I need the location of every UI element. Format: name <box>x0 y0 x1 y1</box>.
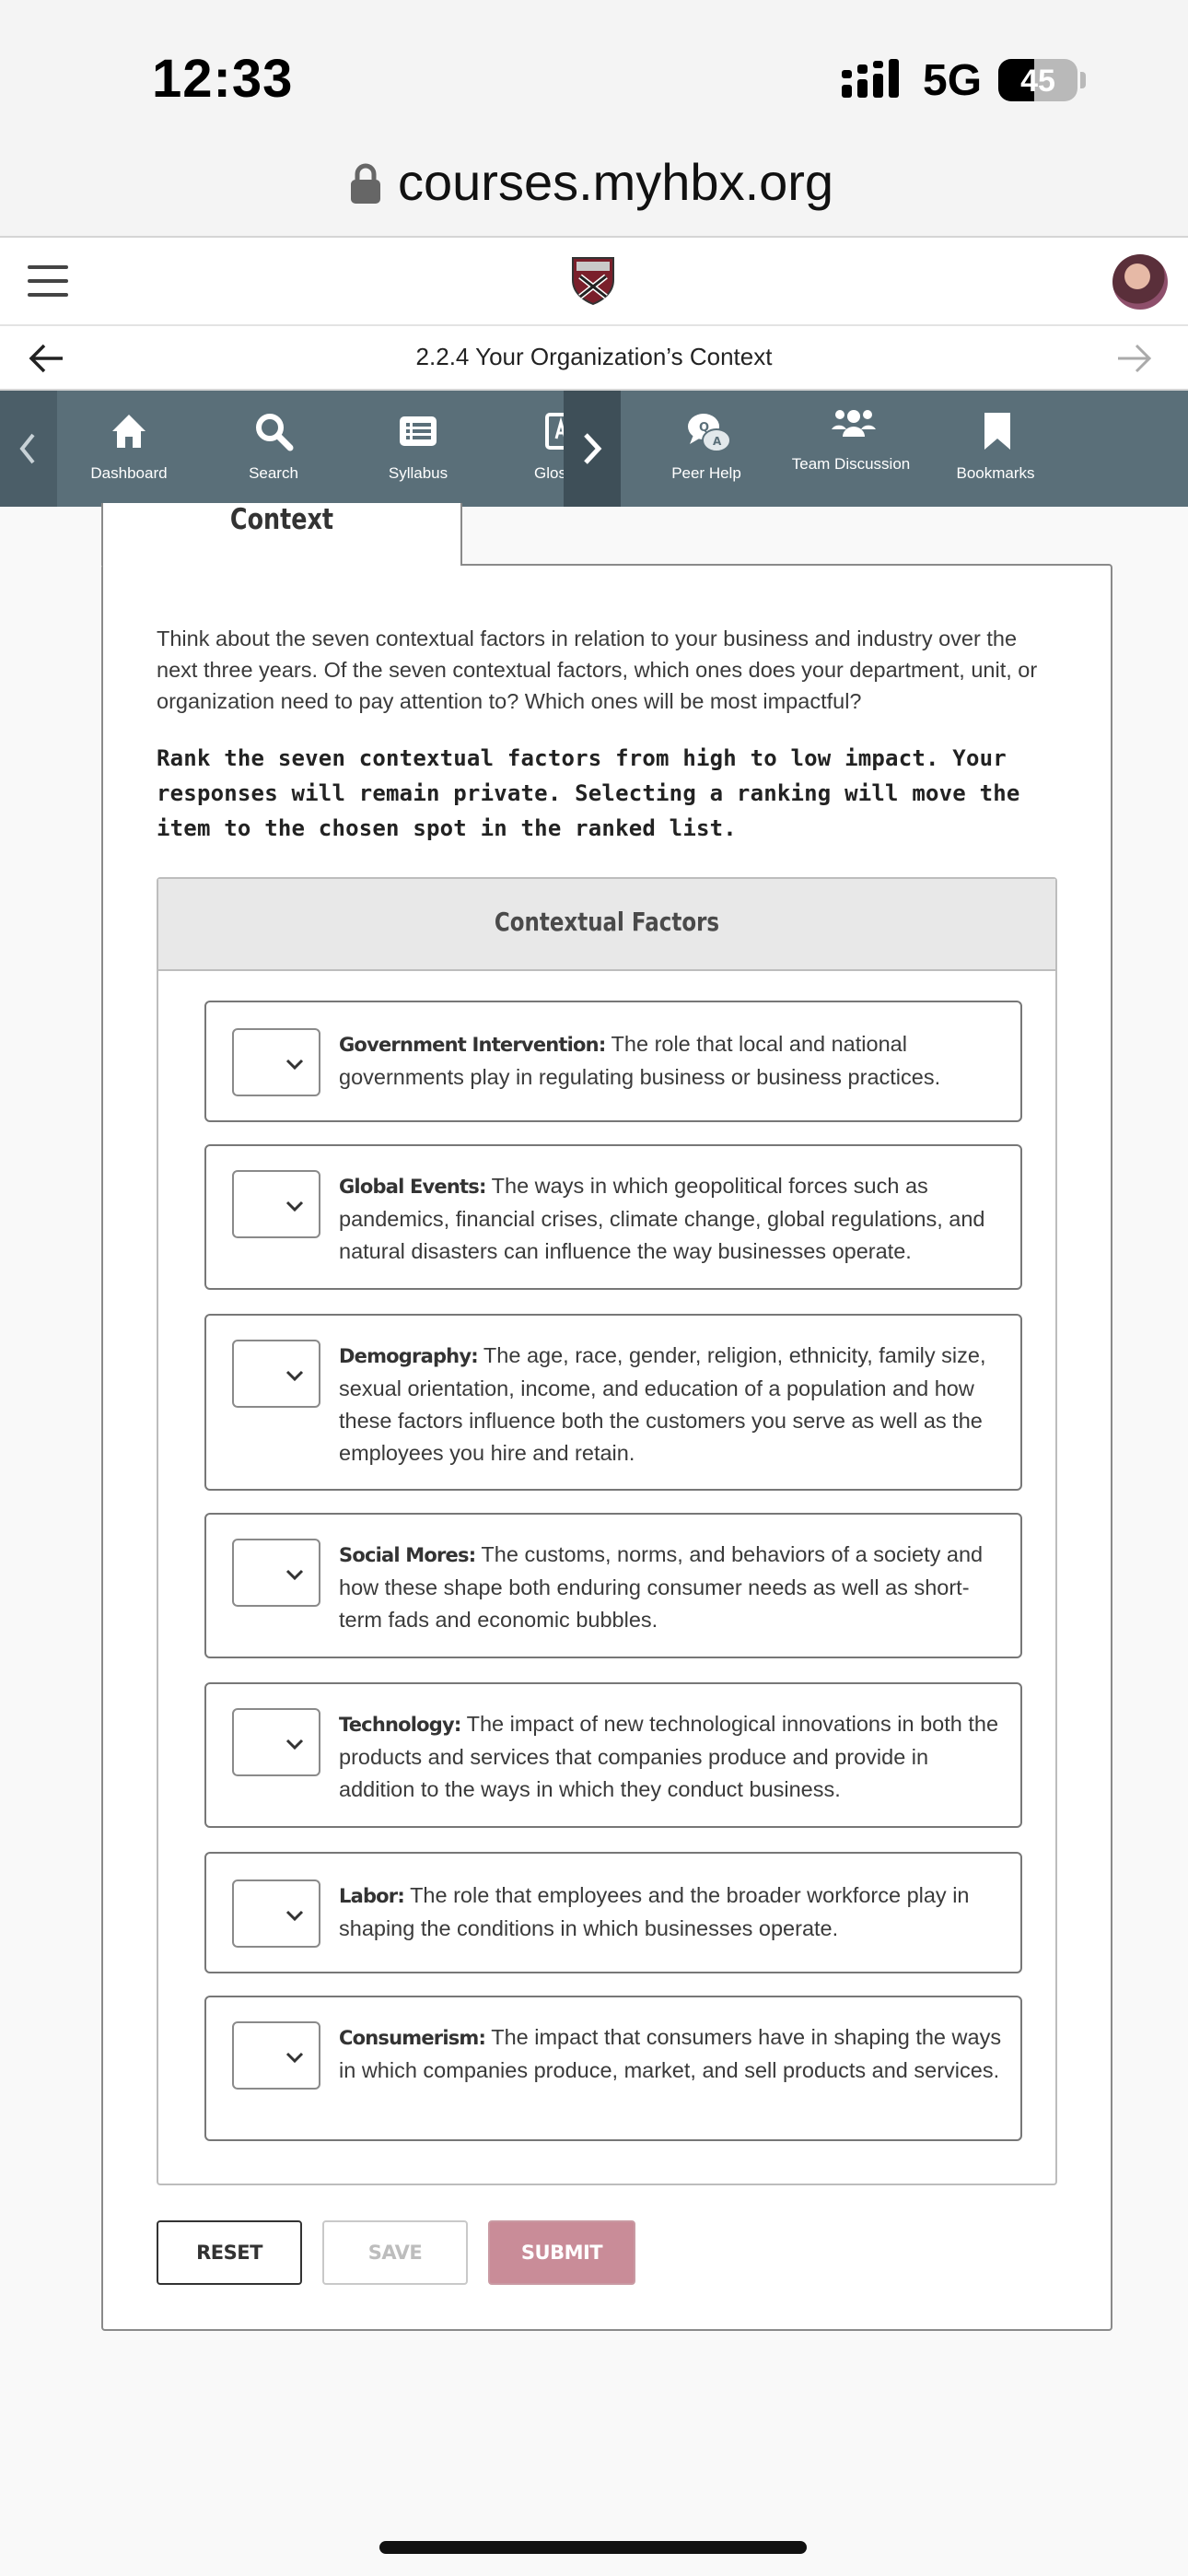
factor-description: Technology: The impact of new technologi… <box>339 1708 1002 1806</box>
toolbar-bookmarks[interactable]: Bookmarks <box>926 391 1065 507</box>
factor-description: Government Intervention: The role that l… <box>339 1028 1002 1094</box>
factors-panel: Contextual Factors Government Interventi… <box>157 877 1057 2185</box>
factor-description: Consumerism: The impact that consumers h… <box>339 2021 1002 2087</box>
toolbar-label: Bookmarks <box>956 464 1035 482</box>
factors-header-label: Contextual Factors <box>494 907 720 937</box>
chevron-down-icon <box>285 1569 304 1581</box>
toolbar-prev-button[interactable] <box>0 391 57 507</box>
toolbar-search[interactable]: Search <box>204 391 343 507</box>
team-discussion-icon <box>832 410 876 437</box>
factor-name: Technology: <box>339 1714 461 1736</box>
factor-name: Government Intervention: <box>339 1034 606 1056</box>
chevron-down-icon <box>285 1200 304 1212</box>
factor-name: Consumerism: <box>339 2027 486 2049</box>
signal-icon <box>840 57 910 106</box>
rank-dropdown[interactable] <box>232 1708 320 1776</box>
toolbar-team-discussion[interactable]: Team Discussion <box>782 391 920 507</box>
tab-context-label: Context <box>229 503 334 536</box>
lesson-title: 2.2.4 Your Organization’s Context <box>415 343 773 370</box>
status-bar: 12:33 5G 45 <box>0 0 1188 129</box>
factor-item-labor: Labor: The role that employees and the b… <box>204 1852 1022 1973</box>
reset-button[interactable]: RESET <box>157 2220 302 2285</box>
chevron-down-icon <box>285 1910 304 1922</box>
course-toolbar: Dashboard Search Syllabus Glos Q A Peer … <box>0 391 1188 507</box>
site-header <box>0 238 1188 326</box>
factor-item-demography: Demography: The age, race, gender, relig… <box>204 1314 1022 1491</box>
intro-text: Think about the seven contextual factors… <box>157 626 1038 713</box>
user-avatar[interactable] <box>1112 254 1168 310</box>
harvard-crest-logo[interactable] <box>571 256 615 310</box>
toolbar-next-button[interactable] <box>564 391 621 507</box>
rank-dropdown[interactable] <box>232 1340 320 1408</box>
search-icon <box>256 414 294 451</box>
submit-button[interactable]: SUBMIT <box>488 2220 635 2285</box>
factor-item-technology: Technology: The impact of new technologi… <box>204 1682 1022 1828</box>
status-time: 12:33 <box>152 49 294 109</box>
factor-item-global-events: Global Events: The ways in which geopoli… <box>204 1144 1022 1290</box>
chevron-down-icon <box>285 1059 304 1071</box>
factor-name: Labor: <box>339 1885 405 1907</box>
rank-dropdown[interactable] <box>232 2021 320 2090</box>
chevron-down-icon <box>285 2052 304 2064</box>
chevron-down-icon <box>285 1370 304 1382</box>
toolbar-syllabus[interactable]: Syllabus <box>349 391 487 507</box>
factor-description: Labor: The role that employees and the b… <box>339 1879 1002 1945</box>
rank-dropdown[interactable] <box>232 1879 320 1948</box>
toolbar-label: Team Discussion <box>791 455 911 473</box>
rank-dropdown[interactable] <box>232 1170 320 1238</box>
menu-icon[interactable] <box>28 265 68 297</box>
toolbar-label: Syllabus <box>388 464 448 482</box>
factor-name: Social Mores: <box>339 1544 476 1566</box>
toolbar-label: Dashboard <box>90 464 168 482</box>
battery-percent: 45 <box>1020 64 1055 99</box>
svg-text:A: A <box>713 435 722 448</box>
toolbar-glossary[interactable]: Glos <box>494 391 564 507</box>
forward-arrow-icon[interactable] <box>1116 343 1153 379</box>
factor-item-social-mores: Social Mores: The customs, norms, and be… <box>204 1513 1022 1658</box>
syllabus-icon <box>400 416 437 446</box>
network-type: 5G <box>923 56 983 105</box>
toolbar-label: Peer Help <box>671 464 741 482</box>
lock-icon <box>350 162 381 209</box>
rank-dropdown[interactable] <box>232 1539 320 1607</box>
bookmark-icon <box>984 413 1010 450</box>
peer-help-icon: Q A <box>688 414 731 452</box>
save-button[interactable]: SAVE <box>322 2220 468 2285</box>
url-bar[interactable]: courses.myhbx.org <box>0 129 1188 238</box>
factor-name: Demography: <box>339 1345 479 1367</box>
glossary-icon <box>545 413 564 450</box>
factor-item-government-intervention: Government Intervention: The role that l… <box>204 1001 1022 1122</box>
battery-icon: 45 <box>998 59 1077 101</box>
factor-desc: The role that employees and the broader … <box>339 1883 970 1940</box>
lesson-nav: 2.2.4 Your Organization’s Context <box>0 326 1188 391</box>
factor-description: Social Mores: The customs, norms, and be… <box>339 1539 1002 1636</box>
factor-description: Demography: The age, race, gender, relig… <box>339 1340 1002 1469</box>
home-icon <box>112 415 146 448</box>
chevron-down-icon <box>285 1739 304 1751</box>
url-text[interactable]: courses.myhbx.org <box>398 152 833 212</box>
factors-header: Contextual Factors <box>158 879 1055 971</box>
instruction-text: Rank the seven contextual factors from h… <box>157 745 1020 841</box>
rank-dropdown[interactable] <box>232 1028 320 1096</box>
toolbar-dashboard[interactable]: Dashboard <box>60 391 198 507</box>
tab-context[interactable]: Context <box>101 503 462 566</box>
toolbar-peer-help[interactable]: Q A Peer Help <box>637 391 775 507</box>
toolbar-label: Search <box>249 464 298 482</box>
factor-description: Global Events: The ways in which geopoli… <box>339 1170 1002 1268</box>
svg-text:Q: Q <box>699 421 709 435</box>
factor-name: Global Events: <box>339 1176 486 1198</box>
home-indicator[interactable] <box>379 2541 807 2554</box>
toolbar-label: Glos <box>534 464 564 482</box>
factor-item-consumerism: Consumerism: The impact that consumers h… <box>204 1996 1022 2141</box>
